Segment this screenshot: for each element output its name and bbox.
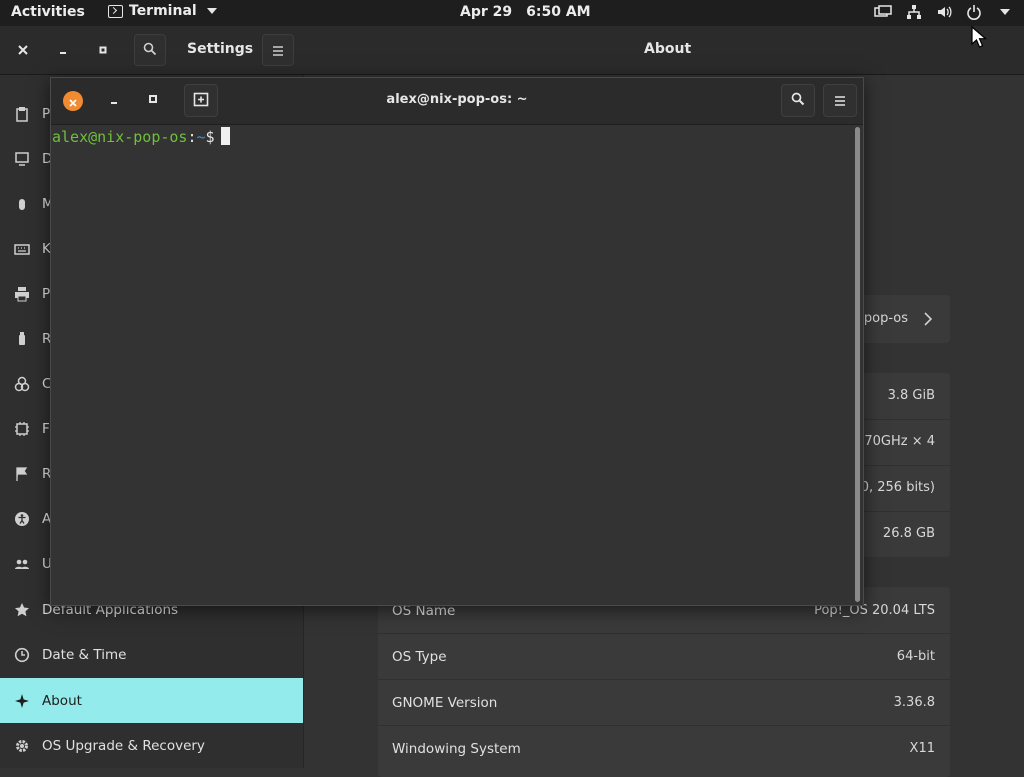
terminal-scrollbar[interactable] [855,127,860,602]
sidebar-item-label: P [42,105,51,122]
app-menu-label: Terminal [129,3,197,19]
users-icon [14,556,30,572]
terminal-window[interactable]: alex@nix-pop-os: ~ alex@nix-pop-os:~$ [50,77,864,606]
sidebar-item-label: About [42,692,82,709]
terminal-search-button[interactable] [781,84,815,117]
color-icon [14,376,30,392]
clipboard-icon [14,106,30,122]
mouse-pointer-icon [970,25,990,53]
page-title: About [644,41,692,57]
terminal-icon [108,4,123,18]
chevron-right-icon [924,311,933,330]
device-name-value: pop-os [863,311,908,326]
disk-capacity-value: 26.8 GB [882,526,935,541]
chevron-down-icon[interactable] [1000,9,1010,15]
hamburger-icon [272,41,284,60]
sparkle-icon [14,693,30,709]
clock[interactable]: Apr 29 6:50 AM [460,4,591,20]
clock-icon [14,647,30,663]
volume-icon[interactable] [936,4,952,20]
text-cursor [220,127,230,145]
sidebar-item-label: OS Upgrade & Recovery [42,737,205,754]
settings-menu-button[interactable] [262,34,294,66]
maximize-icon[interactable] [93,40,113,60]
os-type-value: 64-bit [896,649,935,664]
terminal-output[interactable]: alex@nix-pop-os:~$ [51,125,863,605]
power-icon[interactable] [966,4,982,20]
sidebar-item-label: P [42,285,51,302]
prompt-symbol: $ [205,128,215,146]
windowing-system-label: Windowing System [392,741,521,757]
sidebar-item-date-time[interactable]: Date & Time [0,632,303,677]
prompt-user-host: alex@nix-pop-os [52,128,188,146]
terminal-menu-button[interactable] [823,84,857,117]
sidebar-item-label: Date & Time [42,646,127,663]
top-bar: Activities Terminal Apr 29 6:50 AM [0,0,1024,26]
printer-icon [14,286,30,302]
windowing-system-value: X11 [909,741,935,756]
display-icon[interactable] [874,5,892,19]
close-icon[interactable] [13,40,33,60]
settings-search-button[interactable] [134,34,166,66]
shell-prompt: alex@nix-pop-os:~$ [52,127,230,146]
graphics-value: .0, 256 bits) [856,480,935,495]
minimize-icon[interactable] [53,40,73,60]
keyboard-icon [14,241,30,257]
memory-value: 3.8 GiB [887,388,935,403]
date-label: Apr 29 [460,4,513,20]
usb-icon [14,331,30,347]
search-icon [791,91,805,110]
gear-icon [14,738,30,754]
hamburger-icon [834,91,846,110]
prompt-colon: : [187,128,197,146]
accessibility-icon [14,511,30,527]
mouse-icon [14,196,30,212]
network-icon[interactable] [906,4,922,20]
prompt-path: ~ [196,128,206,146]
search-icon [143,41,157,60]
time-label: 6:50 AM [526,4,591,20]
app-menu[interactable]: Terminal [108,3,217,19]
flag-icon [14,466,30,482]
terminal-headerbar[interactable]: alex@nix-pop-os: ~ [51,78,863,125]
activities-button[interactable]: Activities [11,4,85,20]
chip-icon [14,421,30,437]
settings-title: Settings [187,41,254,57]
os-type-label: OS Type [392,649,447,665]
os-card: OS Name Pop!_OS 20.04 LTS OS Type 64-bit… [378,587,950,777]
star-icon [14,602,30,618]
system-tray[interactable] [874,4,1010,20]
gnome-version-label: GNOME Version [392,695,498,711]
sidebar-item-label: F [42,420,50,437]
settings-headerbar: Settings About [0,26,1024,75]
gnome-version-value: 3.36.8 [893,695,935,710]
processor-value: 2.70GHz × 4 [851,434,935,449]
sidebar-item-about[interactable]: About [0,678,303,723]
chevron-down-icon [206,8,217,14]
terminal-title: alex@nix-pop-os: ~ [386,92,528,107]
sidebar-item-os-upgrade[interactable]: OS Upgrade & Recovery [0,723,303,768]
display-icon [14,151,30,167]
